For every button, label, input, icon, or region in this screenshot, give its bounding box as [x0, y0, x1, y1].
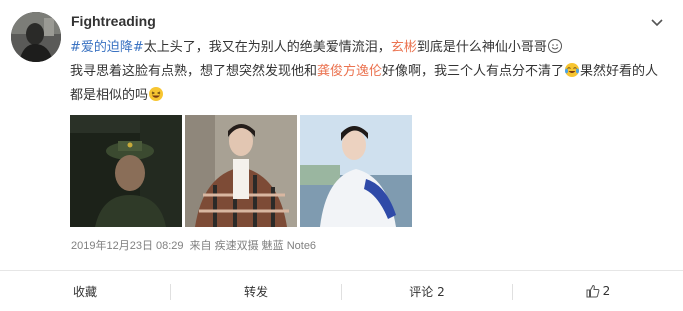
comment-button[interactable]: 评论 2	[342, 271, 512, 311]
mention-link[interactable]: 龚俊方逸伦	[317, 64, 382, 79]
post-image[interactable]	[70, 115, 182, 227]
post-source: 来自 疾速双摄 魅蓝 Note6	[189, 240, 317, 252]
crying-laugh-emoji-icon	[565, 63, 580, 77]
post-image[interactable]	[300, 115, 412, 227]
username[interactable]: Fightreading	[71, 13, 156, 29]
post-text-part: 到底是什么神仙小哥哥	[416, 40, 547, 55]
smile-emoji-icon	[547, 39, 562, 53]
post-image[interactable]	[185, 115, 297, 227]
laugh-emoji-icon	[149, 87, 164, 101]
topic-link[interactable]: #爱的迫降#	[70, 40, 144, 55]
post-text-part: 我寻思着这脸有点熟，想了想突然发现他和	[70, 64, 318, 79]
action-bar: 收藏 转发 评论 2 2	[0, 271, 683, 311]
favorite-button[interactable]: 收藏	[0, 271, 170, 311]
post-text-part: 好像啊，我三个人有点分不清了	[382, 64, 565, 79]
chevron-down-icon[interactable]	[649, 14, 665, 30]
post-text: #爱的迫降#太上头了，我又在为别人的绝美爱情流泪，玄彬到底是什么神仙小哥哥 我寻…	[70, 36, 670, 108]
thumbs-up-icon	[586, 284, 600, 298]
repost-button[interactable]: 转发	[171, 271, 341, 311]
mention-link[interactable]: 玄彬	[391, 40, 417, 55]
weibo-post-card: Fightreading #爱的迫降#太上头了，我又在为别人的绝美爱情流泪，玄彬…	[0, 0, 683, 311]
post-text-part: 太上头了，我又在为别人的绝美爱情流泪，	[143, 40, 391, 55]
like-button[interactable]: 2	[513, 271, 683, 311]
like-count: 2	[602, 284, 611, 298]
avatar[interactable]	[11, 12, 61, 62]
favorite-label: 收藏	[72, 284, 97, 299]
repost-label: 转发	[243, 284, 268, 299]
post-timestamp[interactable]: 2019年12月23日 08:29	[71, 240, 184, 252]
post-meta: 2019年12月23日 08:29 来自 疾速双摄 魅蓝 Note6	[71, 237, 322, 253]
comment-label: 评论 2	[409, 284, 445, 299]
